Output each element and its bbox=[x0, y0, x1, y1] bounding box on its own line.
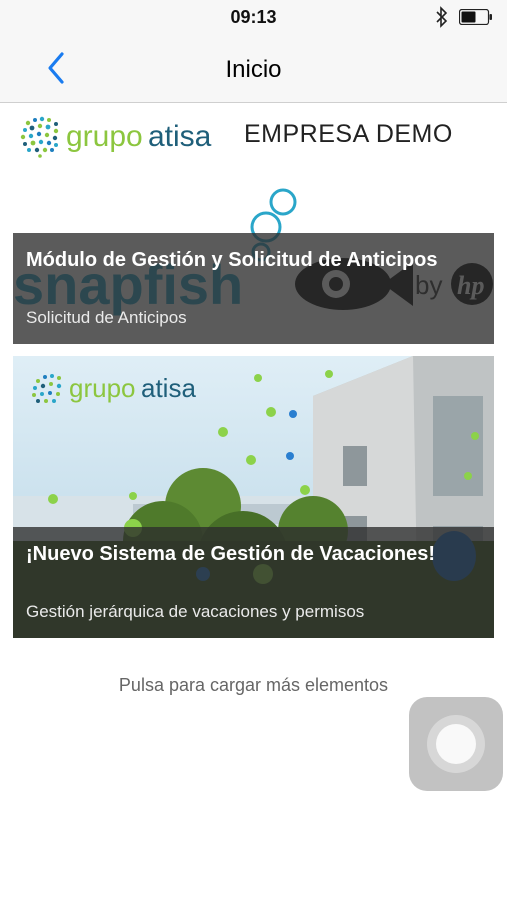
logo-text-atisa: atisa bbox=[148, 120, 212, 153]
news-card-vacaciones[interactable]: grupo atisa ¡Nuevo Sistema de Gestión de… bbox=[13, 356, 494, 638]
card-logo-text-grupo: grupo bbox=[69, 373, 136, 403]
card-logo-text-atisa: atisa bbox=[141, 373, 196, 403]
company-name: EMPRESA DEMO bbox=[244, 120, 453, 148]
navigation-bar: Inicio bbox=[0, 34, 507, 103]
assistive-touch-button[interactable] bbox=[409, 697, 503, 791]
bluetooth-icon bbox=[436, 6, 448, 28]
card-subtitle: Gestión jerárquica de vacaciones y permi… bbox=[26, 602, 365, 621]
news-card-anticipos[interactable]: snapfish by hp Módulo de Gestión y Solic… bbox=[13, 172, 494, 344]
logo-text-grupo: grupo bbox=[66, 120, 143, 153]
card-title: Módulo de Gestión y Solicitud de Anticip… bbox=[26, 249, 438, 271]
card-title: ¡Nuevo Sistema de Gestión de Vacaciones! bbox=[26, 543, 436, 565]
page-title: Inicio bbox=[225, 56, 282, 83]
grupoatisa-logo: grupo atisa bbox=[20, 116, 212, 158]
status-time: 09:13 bbox=[230, 7, 277, 27]
card-caption-overlay: Módulo de Gestión y Solicitud de Anticip… bbox=[13, 233, 494, 344]
card-caption-overlay: ¡Nuevo Sistema de Gestión de Vacaciones!… bbox=[13, 527, 494, 638]
assistive-dot-icon bbox=[436, 724, 476, 764]
brand-header: grupo atisa EMPRESA DEMO bbox=[0, 103, 507, 168]
status-bar: 09:13 bbox=[0, 0, 507, 34]
card-subtitle: Solicitud de Anticipos bbox=[26, 308, 187, 327]
load-more-button[interactable]: Pulsa para cargar más elementos bbox=[0, 675, 507, 696]
battery-icon bbox=[459, 9, 492, 25]
